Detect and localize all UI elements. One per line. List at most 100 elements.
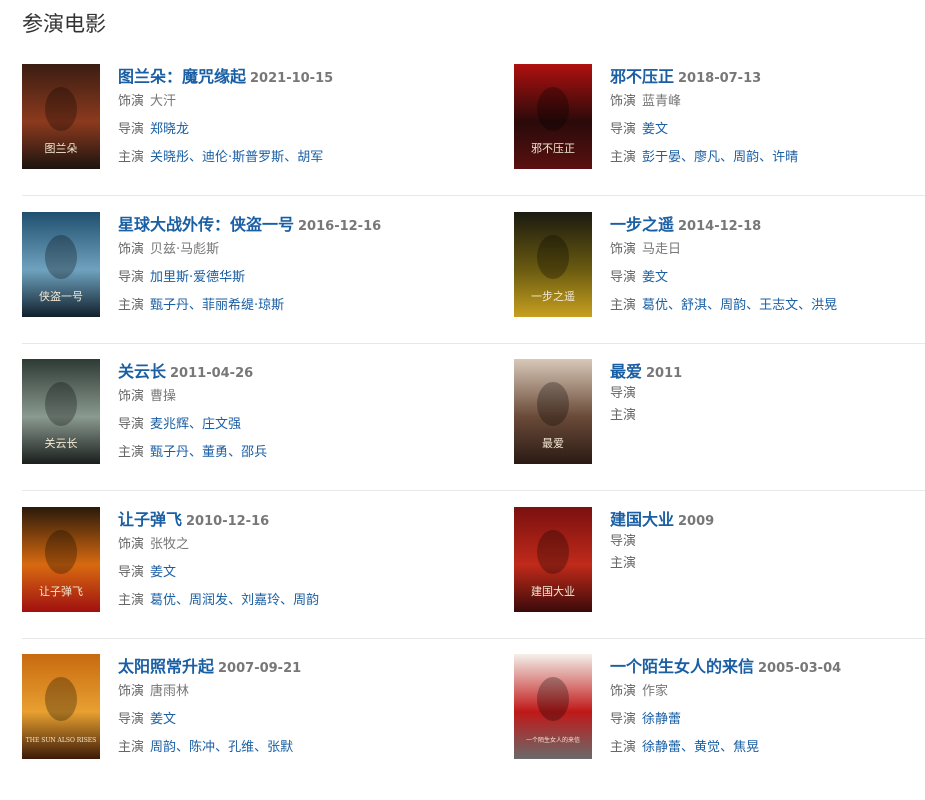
movie-title-line: 太阳照常升起 2007-09-21 (118, 656, 478, 678)
cast-link[interactable]: 周韵 (733, 150, 759, 165)
movie-date: 2016-12-16 (298, 218, 382, 234)
role-name: 贝兹·马彪斯 (150, 241, 220, 257)
movie-title-link[interactable]: 星球大战外传：侠盗一号 (118, 215, 294, 234)
cast-link[interactable]: 孔维 (228, 740, 254, 755)
cast-line: 主演 关晓彤、迪伦·斯普罗斯、胡军 (118, 144, 478, 172)
movie-poster[interactable]: 建国大业 (514, 506, 592, 612)
movie-title-link[interactable]: 最爱 (610, 362, 642, 381)
poster-image: 一个陌生女人的来信 (514, 654, 592, 759)
director-line: 导演 姜文 (610, 264, 925, 292)
movie-date: 2005-03-04 (758, 661, 842, 676)
movie-poster[interactable]: 图兰朵 (22, 64, 100, 169)
director-label: 导演 (118, 712, 145, 727)
movie-info: 一个陌生女人的来信 2005-03-04 饰演 作家 导演 徐静蕾 主演 徐静蕾、黄觉、焦晃 (610, 656, 925, 762)
director-link[interactable]: 麦兆辉 (150, 417, 189, 432)
cast-link[interactable]: 廖凡 (694, 150, 720, 165)
role-label: 饰演 (118, 94, 145, 109)
movie-title-link[interactable]: 让子弹飞 (118, 510, 182, 529)
director-link[interactable]: 郑晓龙 (150, 122, 189, 137)
movie-title-link[interactable]: 一个陌生女人的来信 (610, 657, 754, 676)
separator: 、 (189, 417, 203, 432)
cast-link[interactable]: 刘嘉玲 (241, 593, 280, 608)
cast-label: 主演 (610, 408, 637, 423)
cast-link[interactable]: 甄子丹 (150, 445, 189, 460)
poster-image: 一步之遥 (514, 211, 592, 317)
role-line: 饰演 曹操 (118, 383, 478, 411)
cast-link[interactable]: 周韵 (720, 298, 746, 313)
movie-poster[interactable]: 最爱 (514, 359, 592, 464)
poster-image: 关云长 (22, 359, 100, 464)
director-link[interactable]: 姜文 (150, 712, 176, 727)
poster-image: 侠盗一号 (22, 211, 100, 317)
movie-poster[interactable]: THE SUN ALSO RISES (22, 654, 100, 759)
director-line: 导演 姜文 (118, 706, 478, 734)
cast-link[interactable]: 黄觉 (694, 740, 720, 755)
cast-link[interactable]: 张默 (267, 740, 293, 755)
movie-info: 图兰朵：魔咒缘起 2021-10-15 饰演 大汗 导演 郑晓龙 主演 关晓彤、迪伦·斯普罗斯… (118, 66, 478, 172)
cast-link[interactable]: 甄子丹 (150, 298, 189, 313)
movie-title-link[interactable]: 建国大业 (610, 510, 674, 529)
movie-title-line: 图兰朵：魔咒缘起 2021-10-15 (118, 66, 478, 88)
movie-title-link[interactable]: 图兰朵：魔咒缘起 (118, 67, 246, 86)
cast-link[interactable]: 胡军 (297, 150, 323, 165)
cast-link[interactable]: 周韵 (150, 740, 176, 755)
movie-poster[interactable]: 让子弹飞 (22, 506, 100, 612)
director-label: 导演 (118, 564, 145, 580)
movie-poster[interactable]: 邪不压正 (514, 64, 592, 169)
cast-line: 主演 徐静蕾、黄觉、焦晃 (610, 734, 925, 762)
cast-link[interactable]: 葛优 (642, 298, 668, 313)
movie-title-link[interactable]: 一步之遥 (610, 215, 674, 234)
movie-poster[interactable]: 一步之遥 (514, 211, 592, 317)
cast-link[interactable]: 葛优 (150, 593, 176, 608)
poster-image: 邪不压正 (514, 64, 592, 169)
cast-link[interactable]: 许晴 (772, 150, 798, 165)
cast-link[interactable]: 周韵 (293, 593, 319, 608)
director-link[interactable]: 庄文强 (202, 417, 241, 432)
director-link[interactable]: 徐静蕾 (642, 712, 681, 727)
director-line: 导演 徐静蕾 (610, 706, 925, 734)
poster-title-text: 关云长 (45, 436, 78, 450)
separator: 、 (746, 297, 760, 313)
director-link[interactable]: 姜文 (150, 565, 176, 580)
role-label: 饰演 (118, 536, 145, 552)
director-link[interactable]: 姜文 (642, 122, 668, 137)
cast-link[interactable]: 王志文 (759, 298, 798, 313)
cast-link[interactable]: 彭于晏 (642, 150, 681, 165)
cast-link[interactable]: 周润发 (189, 593, 228, 608)
row-divider (22, 342, 925, 344)
cast-link[interactable]: 董勇 (202, 445, 228, 460)
movie-title-link[interactable]: 关云长 (118, 362, 166, 381)
movie-card: 图兰朵 图兰朵：魔咒缘起 2021-10-15 饰演 大汗 导演 郑晓龙 主演 关晓彤、迪伦·斯… (22, 62, 482, 170)
director-link[interactable]: 姜文 (642, 270, 668, 285)
cast-link[interactable]: 邵兵 (241, 445, 267, 460)
cast-link[interactable]: 菲丽希缇·琼斯 (202, 298, 284, 313)
movie-info: 邪不压正 2018-07-13 饰演 蓝青峰 导演 姜文 主演 彭于晏、廖凡、周韵、许晴 (610, 66, 925, 172)
role-name: 马走日 (642, 241, 682, 257)
cast-link[interactable]: 焦晃 (733, 740, 759, 755)
movie-card: 关云长 关云长 2011-04-26 饰演 曹操 导演 麦兆辉、庄文强 主演 甄子丹、董勇、邵兵 (22, 357, 482, 465)
poster-title-text: 最爱 (542, 437, 564, 450)
movie-title-link[interactable]: 太阳照常升起 (118, 657, 214, 676)
poster-image: 最爱 (514, 359, 592, 464)
director-link[interactable]: 加里斯·爱德华斯 (150, 270, 245, 285)
role-line: 饰演 大汗 (118, 88, 478, 116)
director-line: 导演 郑晓龙 (118, 116, 478, 144)
cast-link[interactable]: 徐静蕾 (642, 740, 681, 755)
movie-info: 太阳照常升起 2007-09-21 饰演 唐雨林 导演 姜文 主演 周韵、陈冲、孔维、张默 (118, 656, 478, 762)
director-label: 导演 (610, 533, 637, 549)
movie-title-link[interactable]: 邪不压正 (610, 67, 674, 86)
movie-poster[interactable]: 侠盗一号 (22, 211, 100, 317)
cast-line: 主演 甄子丹、菲丽希缇·琼斯 (118, 292, 478, 320)
role-label: 饰演 (118, 389, 145, 404)
cast-link[interactable]: 陈冲 (189, 740, 215, 755)
cast-link[interactable]: 关晓彤 (150, 150, 189, 165)
movie-info: 最爱 2011 导演 主演 (610, 361, 925, 427)
cast-link[interactable]: 迪伦·斯普罗斯 (202, 150, 284, 165)
cast-link[interactable]: 舒淇 (681, 298, 707, 313)
movie-poster[interactable]: 关云长 (22, 359, 100, 464)
movie-card: 一个陌生女人的来信 一个陌生女人的来信 2005-03-04 饰演 作家 导演 徐静蕾 主演徐… (514, 652, 925, 760)
movie-poster[interactable]: 一个陌生女人的来信 (514, 654, 592, 759)
separator: 、 (284, 150, 298, 165)
movie-date: 2014-12-18 (678, 218, 762, 234)
cast-link[interactable]: 洪晃 (811, 298, 837, 313)
